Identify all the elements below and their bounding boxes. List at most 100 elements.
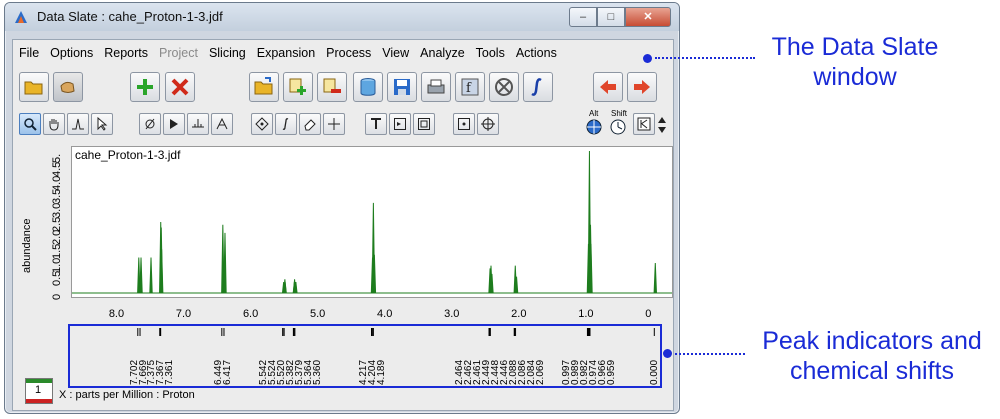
play-icon bbox=[170, 119, 178, 129]
y-tick-label: 0 bbox=[51, 293, 63, 300]
add-button[interactable] bbox=[130, 72, 160, 102]
remove-layer-button[interactable] bbox=[317, 72, 347, 102]
text-tool[interactable] bbox=[365, 113, 387, 135]
callout-dot-peaks bbox=[663, 349, 672, 358]
print-icon bbox=[427, 79, 445, 94]
remove-layer-icon bbox=[323, 78, 341, 93]
previous-button[interactable] bbox=[593, 72, 623, 102]
y-tick-label: 2.5 bbox=[51, 216, 63, 232]
x-tick-label: 6.0 bbox=[242, 308, 259, 320]
menu-expansion[interactable]: Expansion bbox=[251, 42, 320, 62]
x-tick-label: 2.0 bbox=[511, 308, 527, 320]
menu-slicing[interactable]: Slicing bbox=[203, 42, 251, 62]
stop-button[interactable] bbox=[489, 72, 519, 102]
spectrum-plot[interactable] bbox=[71, 146, 673, 298]
menu-actions[interactable]: Actions bbox=[510, 42, 562, 62]
formula-button[interactable]: f bbox=[455, 72, 485, 102]
delete-button[interactable] bbox=[165, 72, 195, 102]
spectrum-filename: cahe_Proton-1-3.jdf bbox=[75, 148, 181, 162]
y-tick-label: 1.0 bbox=[51, 257, 63, 273]
diamond-tool[interactable] bbox=[251, 113, 273, 135]
baseline-tool[interactable] bbox=[187, 113, 209, 135]
target-icon bbox=[481, 117, 495, 131]
play-tool[interactable] bbox=[163, 113, 185, 135]
menu-project[interactable]: Project bbox=[153, 42, 203, 62]
callout-peaks: Peak indicators and chemical shifts bbox=[762, 327, 982, 385]
point-icon bbox=[458, 118, 470, 130]
peak-highlight-frame bbox=[68, 324, 662, 388]
alt-label: Alt bbox=[589, 109, 599, 118]
point-tool[interactable] bbox=[453, 113, 475, 135]
spectrum-peak bbox=[139, 257, 143, 294]
menu-options[interactable]: Options bbox=[44, 42, 98, 62]
peak-pick-tool[interactable] bbox=[211, 113, 233, 135]
frame-icon bbox=[394, 118, 406, 130]
text-icon bbox=[371, 118, 381, 129]
title-bar[interactable]: Data Slate : cahe_Proton-1-3.jdf ‒ □ ✕ bbox=[5, 3, 679, 31]
menu-reports[interactable]: Reports bbox=[98, 42, 153, 62]
add-layer-icon bbox=[289, 78, 306, 95]
phase-tool[interactable] bbox=[139, 113, 161, 135]
y-tick-label: 3.5 bbox=[51, 189, 63, 205]
next-button[interactable] bbox=[627, 72, 657, 102]
callout-line-window bbox=[655, 57, 755, 59]
pointer-tool[interactable] bbox=[91, 113, 113, 135]
pan-icon bbox=[49, 119, 59, 131]
spectrum-trace bbox=[72, 150, 672, 294]
y-tick-label: 1.5 bbox=[51, 243, 63, 260]
spinner-icon[interactable] bbox=[657, 115, 667, 135]
callout-line-peaks bbox=[675, 353, 745, 355]
eraser-icon bbox=[304, 119, 316, 131]
peak-pick-icon bbox=[216, 117, 228, 130]
stop-icon bbox=[495, 78, 513, 96]
target-tool[interactable] bbox=[477, 113, 499, 135]
eraser-tool[interactable] bbox=[299, 113, 321, 135]
print-button[interactable] bbox=[421, 72, 451, 102]
pan-tool[interactable] bbox=[43, 113, 65, 135]
x-tick-label: 0 bbox=[645, 308, 652, 320]
menu-tools[interactable]: Tools bbox=[470, 42, 510, 62]
frame-tool[interactable] bbox=[389, 113, 411, 135]
minimize-button[interactable]: ‒ bbox=[569, 7, 597, 27]
shift-clock-icon[interactable] bbox=[609, 118, 627, 136]
hand-pointer-icon bbox=[60, 81, 75, 93]
cylinder-button[interactable] bbox=[353, 72, 383, 102]
integral-button[interactable] bbox=[523, 72, 553, 102]
x-axis-label: X : parts per Million : Proton bbox=[59, 389, 195, 401]
x-tick-label: 1.0 bbox=[578, 308, 594, 320]
menu-view[interactable]: View bbox=[376, 42, 414, 62]
peak-tool[interactable] bbox=[67, 113, 89, 135]
status-value: 1 bbox=[35, 384, 42, 396]
spectrum-peak bbox=[653, 262, 657, 294]
square-tool[interactable] bbox=[413, 113, 435, 135]
menu-process[interactable]: Process bbox=[320, 42, 376, 62]
close-button[interactable]: ✕ bbox=[625, 7, 671, 27]
folder-open-button[interactable] bbox=[19, 72, 49, 102]
add-layer-button[interactable] bbox=[283, 72, 313, 102]
callout-dot-window bbox=[643, 54, 652, 63]
integral-icon bbox=[531, 78, 542, 96]
k-button[interactable] bbox=[633, 113, 655, 135]
diamond-icon bbox=[255, 117, 269, 131]
menu-file[interactable]: File bbox=[13, 42, 44, 62]
hand-pointer-button[interactable] bbox=[53, 72, 83, 102]
crosshair-tool[interactable] bbox=[323, 113, 345, 135]
spectrum-peak bbox=[149, 257, 153, 294]
x-tick-label: 4.0 bbox=[377, 308, 393, 320]
open-file-button[interactable] bbox=[249, 72, 279, 102]
y-tick-label: 3.0 bbox=[51, 202, 63, 219]
x-tick-label: 5.0 bbox=[310, 308, 326, 320]
integral-tool[interactable] bbox=[275, 113, 297, 135]
menu-analyze[interactable]: Analyze bbox=[414, 42, 469, 62]
zoom-tool[interactable] bbox=[19, 113, 41, 135]
save-button[interactable] bbox=[387, 72, 417, 102]
y-tick-label: 4.0 bbox=[51, 175, 63, 191]
peak-icon bbox=[72, 118, 84, 130]
delete-icon bbox=[171, 78, 189, 96]
zoom-icon bbox=[24, 118, 37, 131]
maximize-button[interactable]: □ bbox=[597, 7, 625, 27]
shift-label: Shift bbox=[611, 109, 628, 118]
alt-target-icon[interactable] bbox=[585, 118, 603, 136]
status-indicator: 1 bbox=[25, 378, 53, 404]
y-tick-label: 5. bbox=[51, 154, 63, 164]
